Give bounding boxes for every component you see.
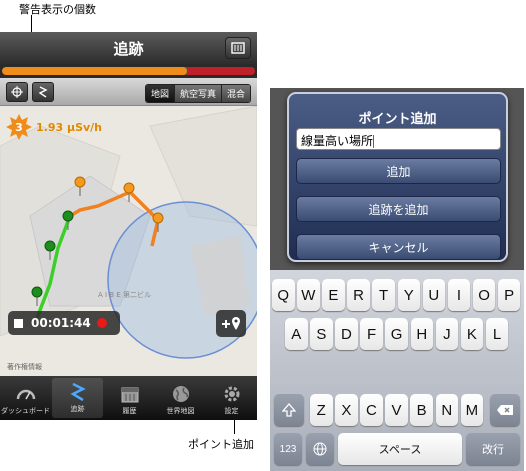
crosshair-icon (11, 86, 23, 98)
key-a[interactable]: A (285, 318, 308, 350)
key-b[interactable]: B (410, 394, 433, 426)
key-u[interactable]: U (422, 279, 446, 311)
map-type-segment[interactable]: 地図 (145, 85, 174, 102)
add-point-button[interactable] (216, 310, 246, 337)
warning-level-bar (0, 64, 257, 78)
key-c[interactable]: C (360, 394, 383, 426)
warning-count-badge: 3 (6, 114, 32, 140)
calendar-icon (121, 387, 138, 403)
tracking-screen: 追跡 地図 航空写真 混合 A I B E 第二ビル 3 1.93 μSv/h … (0, 32, 257, 420)
add-pin-icon (222, 316, 240, 330)
warning-count: 3 (15, 120, 23, 134)
backspace-icon (497, 405, 513, 415)
list-icon (231, 42, 245, 54)
tab-label: 世界地図 (166, 407, 195, 415)
globe-icon (172, 386, 189, 402)
numbers-key[interactable]: 123 (274, 433, 302, 465)
tab-label: 設定 (224, 407, 239, 415)
key-m[interactable]: M (460, 394, 484, 426)
tab-bar: ダッシュボード 追跡 履歴 世界地図 設定 (0, 376, 257, 420)
page-title: 追跡 (113, 39, 144, 58)
delete-key[interactable] (490, 394, 520, 426)
elapsed-time: 00:01:44 (31, 316, 91, 330)
point-name-input[interactable]: 線量高い場所 (296, 128, 501, 150)
globe-icon (313, 442, 327, 456)
key-k[interactable]: K (460, 318, 484, 350)
warning-level-danger (186, 67, 255, 75)
space-key[interactable]: スペース (338, 433, 462, 465)
annotation-add-point: ポイント追加 (188, 438, 254, 451)
text-caret (373, 135, 375, 148)
cancel-button[interactable]: キャンセル (296, 234, 501, 260)
gear-icon (224, 386, 239, 402)
add-point-screen: ポイント追加 線量高い場所 追加 追跡を追加 キャンセル 123 スペース 改行… (270, 88, 524, 471)
key-r[interactable]: R (347, 279, 370, 311)
key-y[interactable]: Y (397, 279, 420, 311)
key-f[interactable]: F (360, 318, 383, 350)
key-x[interactable]: X (335, 394, 358, 426)
key-j[interactable]: J (435, 318, 459, 350)
shift-icon (282, 403, 296, 417)
tab-settings[interactable]: 設定 (206, 376, 257, 420)
key-z[interactable]: Z (310, 394, 333, 426)
shift-key[interactable] (274, 394, 304, 426)
dose-rate-value: 1.93 μSv/h (36, 120, 103, 134)
key-q[interactable]: Q (272, 279, 295, 311)
map-type-segment[interactable]: 航空写真 (173, 85, 221, 102)
key-d[interactable]: D (335, 318, 358, 350)
key-p[interactable]: P (497, 279, 521, 311)
route-icon (69, 382, 86, 402)
key-e[interactable]: E (322, 279, 345, 311)
tab-label: 履歴 (122, 407, 137, 415)
add-point-dialog: ポイント追加 線量高い場所 追加 追跡を追加 キャンセル (287, 92, 508, 262)
keyboard: 123 スペース 改行 QWERTYUIOP ASDFGHJKL ZXCVBNM (270, 270, 524, 471)
nav-bar: 追跡 (0, 32, 257, 64)
stop-icon[interactable] (14, 318, 23, 328)
key-n[interactable]: N (435, 394, 458, 426)
warning-level-fill (2, 67, 187, 75)
key-s[interactable]: S (310, 318, 333, 350)
add-track-button[interactable]: 追跡を追加 (296, 196, 501, 222)
building-label: A I B E 第二ビル (98, 290, 151, 299)
map-type-segment[interactable]: 混合 (220, 85, 250, 102)
tab-label: 追跡 (70, 405, 85, 413)
add-button[interactable]: 追加 (296, 158, 501, 184)
key-g[interactable]: G (385, 318, 408, 350)
locate-button[interactable] (6, 82, 28, 102)
list-button[interactable] (225, 37, 251, 59)
return-key[interactable]: 改行 (466, 433, 520, 465)
key-l[interactable]: L (485, 318, 509, 350)
key-h[interactable]: H (410, 318, 433, 350)
tab-dashboard[interactable]: ダッシュボード (0, 376, 51, 420)
route-icon (38, 86, 48, 98)
key-o[interactable]: O (472, 279, 496, 311)
dialog-title: ポイント追加 (358, 112, 437, 127)
point-name-value: 線量高い場所 (301, 134, 374, 148)
key-t[interactable]: T (372, 279, 395, 311)
gauge-icon (16, 389, 35, 400)
route-toggle-button[interactable] (32, 82, 54, 102)
tab-world-map[interactable]: 世界地図 (155, 376, 206, 420)
tab-tracking[interactable]: 追跡 (52, 378, 103, 418)
map-toolbar: 地図 航空写真 混合 (0, 78, 257, 106)
tab-history[interactable]: 履歴 (104, 376, 155, 420)
tracking-timer: 00:01:44 (8, 311, 120, 335)
key-v[interactable]: V (385, 394, 408, 426)
key-i[interactable]: I (447, 279, 471, 311)
globe-key[interactable] (306, 433, 334, 465)
tab-label: ダッシュボード (1, 407, 50, 415)
recording-indicator-icon (96, 318, 107, 328)
radiation-readout: 3 1.93 μSv/h (6, 114, 102, 140)
attribution-link[interactable]: 著作権情報 (7, 362, 42, 372)
key-w[interactable]: W (297, 279, 320, 311)
map-type-segmented-control: 地図 航空写真 混合 (144, 84, 251, 103)
